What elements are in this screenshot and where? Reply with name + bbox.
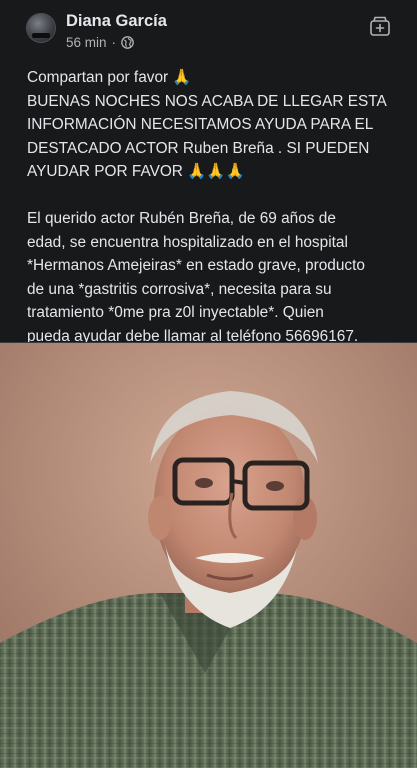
- globe-icon[interactable]: [121, 36, 134, 49]
- text-line: edad, se encuentra hospitalizado en el h…: [27, 233, 348, 251]
- post-photo[interactable]: [0, 343, 417, 768]
- author-avatar[interactable]: [26, 13, 56, 43]
- facebook-post: Diana García 56 min · Compartan por favo…: [0, 0, 417, 768]
- eye-right: [266, 481, 284, 491]
- post-text: Compartan por favor 🙏 BUENAS NOCHES NOS …: [27, 66, 399, 348]
- text-line: *Hermanos Amejeiras* en estado grave, pr…: [27, 257, 365, 274]
- text-line: DESTACADO ACTOR Ruben Breña . SI PUEDEN: [27, 139, 370, 157]
- glasses-bridge: [231, 479, 246, 485]
- text-line: BUENAS NOCHES NOS ACABA DE LLEGAR ESTA: [27, 92, 387, 110]
- text-line: tratamiento *0me pra z0l inyectable*. Qu…: [27, 304, 324, 321]
- meta-separator: ·: [111, 35, 117, 50]
- post-meta: 56 min ·: [66, 35, 134, 50]
- post-time[interactable]: 56 min: [66, 35, 107, 50]
- text-line: Compartan por favor 🙏: [27, 69, 192, 86]
- portrait-illustration: [0, 343, 417, 768]
- archive-icon[interactable]: [368, 14, 392, 38]
- avatar-ring: [26, 13, 56, 43]
- post-header: Diana García 56 min ·: [0, 0, 417, 58]
- text-line: INFORMACIÓN NECESITAMOS AYUDA PARA EL: [27, 116, 374, 133]
- eye-left: [195, 478, 213, 488]
- author-name[interactable]: Diana García: [66, 12, 167, 31]
- text-line: AYUDAR POR FAVOR 🙏🙏🙏: [27, 163, 245, 180]
- text-line: de una *gastritis corrosiva*, necesita p…: [27, 280, 332, 298]
- ear-left: [148, 496, 172, 540]
- text-line: El querido actor Rubén Breña, de 69 años…: [27, 210, 336, 227]
